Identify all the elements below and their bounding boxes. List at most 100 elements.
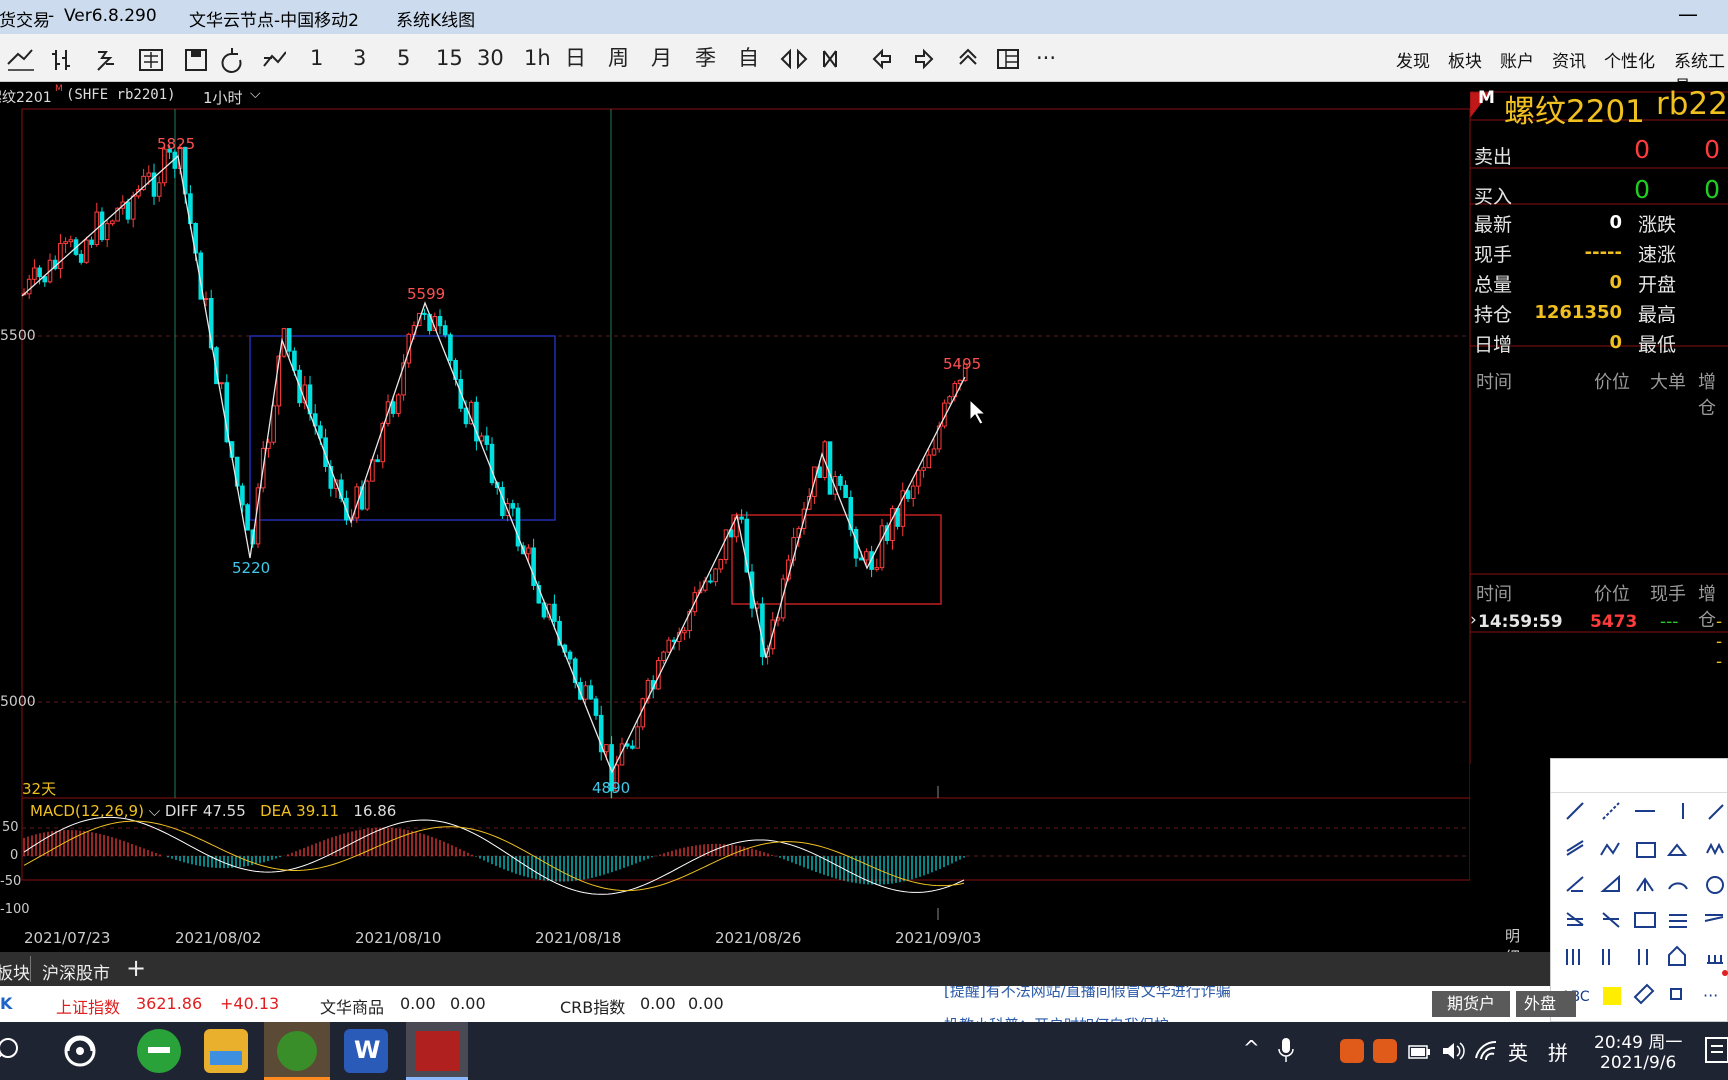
ime-mode[interactable]: 拼 <box>1548 1037 1568 1066</box>
notice-line-1: [提醒]有不法网站/直播间假冒文华进行诈骗 <box>944 986 1231 1000</box>
clock-time[interactable]: 20:49 周一 <box>1594 1028 1682 1053</box>
server-node: 文华云节点-中国移动2 <box>189 11 359 31</box>
period-3m[interactable]: 3 <box>353 46 366 70</box>
buy-label: 买入 <box>1474 186 1513 208</box>
days-label: 32天 <box>22 780 57 798</box>
tab-a-shares[interactable]: 沪深股市 <box>42 959 110 984</box>
trades-col-add: 增仓 <box>1698 372 1716 419</box>
menu-personalize[interactable]: 个性化 <box>1604 47 1655 72</box>
macd-dropdown-icon[interactable]: ⌵ <box>144 802 165 820</box>
candle-body <box>926 454 932 469</box>
bottom-tab-bar: 板块 沪深股市 + <box>0 952 1550 986</box>
futures-account-button[interactable]: 期货户 <box>1432 991 1510 1017</box>
x-label: 2021/07/23 <box>24 929 111 947</box>
period-1m[interactable]: 1 <box>310 46 323 70</box>
contract-name: 螺纹2201 <box>1504 94 1645 130</box>
ticks-col-price: 价位 <box>1594 584 1630 605</box>
wenhua-app-icon[interactable] <box>406 1022 468 1080</box>
drawing-panel-header[interactable] <box>1551 759 1727 793</box>
kline-chart[interactable] <box>0 82 1471 952</box>
notification-icon[interactable] <box>1704 1036 1728 1066</box>
microphone-icon[interactable] <box>1278 1038 1294 1064</box>
toolbar: 1 3 5 15 30 1h 日 周 月 季 自 ··· 发现 板块 账户 资讯… <box>0 34 1728 97</box>
contract-code: rb2201 <box>1656 86 1728 122</box>
index-2-name[interactable]: 文华商品 <box>320 994 384 1018</box>
taskbar-app-active[interactable] <box>264 1022 330 1080</box>
speaker-icon[interactable] <box>1441 1040 1465 1062</box>
app-swirl-icon[interactable] <box>60 1031 100 1071</box>
peak-label-5825: 5825 <box>157 135 196 153</box>
tick-row-marker: › <box>1470 610 1477 630</box>
period-month[interactable]: 月 <box>651 46 672 70</box>
menu-sector[interactable]: 板块 <box>1448 47 1482 72</box>
trades-col-price: 价位 <box>1594 372 1630 393</box>
search-icon[interactable] <box>0 1036 26 1066</box>
candle-body <box>84 239 89 263</box>
browser-icon[interactable] <box>137 1029 181 1073</box>
add-tab-button[interactable]: + <box>126 954 146 982</box>
kline-chart-area[interactable]: 5825 5220 5599 4890 5495 5500 5000 32天 M… <box>0 82 1520 966</box>
peak-label-5495: 5495 <box>943 355 982 373</box>
period-day[interactable]: 日 <box>565 46 586 70</box>
drawing-tools-icons[interactable] <box>6 44 286 74</box>
daily-add-label: 日增 <box>1474 334 1513 356</box>
file-explorer-icon[interactable] <box>204 1029 248 1073</box>
candle-body <box>110 220 115 225</box>
battery-icon[interactable] <box>1408 1044 1432 1060</box>
tick-hand: --- <box>1660 612 1679 632</box>
menu-account[interactable]: 账户 <box>1500 47 1534 72</box>
chevron-up-icon[interactable]: ^ <box>1243 1036 1260 1060</box>
period-quarter[interactable]: 季 <box>695 46 716 70</box>
more-tools-button[interactable]: ··· <box>1036 46 1056 70</box>
index-1-name[interactable]: 上证指数 <box>56 994 120 1018</box>
period-1h[interactable]: 1h <box>524 46 551 70</box>
macd-diff: DIFF 47.55 <box>164 802 246 820</box>
candle-body <box>874 567 880 570</box>
view-name: 系统K线图 <box>396 11 476 31</box>
candle-body <box>484 435 490 445</box>
tray-app-icon-2[interactable] <box>1373 1039 1397 1063</box>
macd-name[interactable]: MACD(12,26,9) <box>30 802 144 820</box>
change-label: 涨跌 <box>1638 214 1677 236</box>
app-version: Ver6.8.290 <box>64 6 157 26</box>
period-15m[interactable]: 15 <box>436 46 463 70</box>
candle-body <box>162 148 167 184</box>
period-week[interactable]: 周 <box>608 46 629 70</box>
candle-body <box>910 485 916 500</box>
mouse-cursor-icon <box>969 398 987 425</box>
chevron-down-icon[interactable]: ⌵ <box>250 86 261 102</box>
index-3-name[interactable]: CRB指数 <box>560 994 625 1018</box>
foreign-market-button[interactable]: 外盘 <box>1516 991 1576 1017</box>
navigation-icons[interactable] <box>778 46 1058 72</box>
candle-body <box>526 547 531 555</box>
tab-divider <box>30 956 31 982</box>
x-label: 2021/08/18 <box>535 929 622 947</box>
chart-contract-name: 螺纹2201 <box>0 90 52 106</box>
tray-app-icon[interactable] <box>1340 1039 1364 1063</box>
period-custom[interactable]: 自 <box>738 46 759 70</box>
x-label: 2021/09/03 <box>895 929 982 947</box>
index-3-value: 0.00 <box>640 994 676 1013</box>
candle-body <box>666 639 672 653</box>
minimize-icon[interactable]: — <box>1678 2 1698 26</box>
candle-body <box>396 394 401 414</box>
period-5m[interactable]: 5 <box>397 46 410 70</box>
app-title: 期货交易 <box>0 11 50 31</box>
period-30m[interactable]: 30 <box>477 46 504 70</box>
notice-marquee[interactable]: [提醒]有不法网站/直播间假冒文华进行诈骗 投教小科普：开户时如何自我保护 <box>944 986 1294 1022</box>
candle-body <box>146 172 152 177</box>
clock-date[interactable]: 2021/9/6 <box>1600 1053 1676 1073</box>
candle-body <box>838 476 843 486</box>
candle-body <box>58 243 63 270</box>
drawing-tool-grid[interactable]: ABC ··· <box>1551 793 1728 1023</box>
wifi-icon[interactable] <box>1474 1040 1498 1062</box>
period-select[interactable]: 1小时 <box>203 87 243 108</box>
tab-sector[interactable]: 板块 <box>0 959 30 984</box>
menu-discover[interactable]: 发现 <box>1396 47 1430 72</box>
word-icon[interactable]: W <box>344 1029 388 1073</box>
candle-body <box>37 267 42 278</box>
input-language[interactable]: 英 <box>1508 1037 1528 1066</box>
menu-news[interactable]: 资讯 <box>1552 47 1586 72</box>
candle-body <box>364 480 370 510</box>
tick-add: --- <box>1716 612 1723 672</box>
